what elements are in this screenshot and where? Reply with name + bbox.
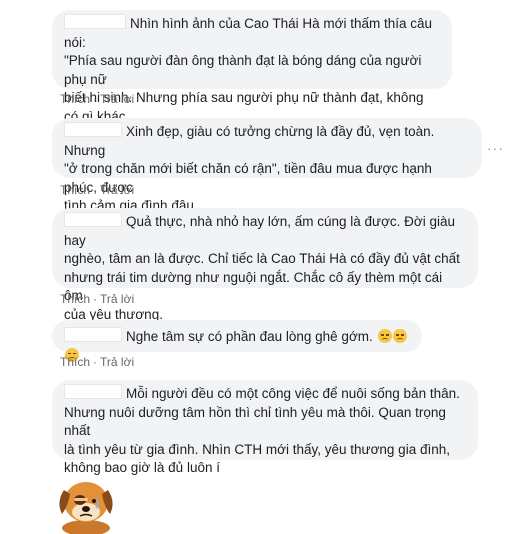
sad-face-icon (377, 329, 392, 343)
comment-text: Xinh đẹp, giàu có tưởng chừng là đầy đủ,… (64, 124, 435, 213)
comment-bubble: Mỗi người đều có một công việc để nuôi s… (52, 380, 478, 475)
commenter-name-redacted[interactable] (64, 14, 126, 29)
like-link[interactable]: Thích (60, 355, 90, 369)
like-link[interactable]: Thích (60, 183, 90, 197)
like-link[interactable]: Thích (60, 292, 90, 306)
commenter-name-redacted[interactable] (64, 327, 122, 342)
comment-actions: Thích · Trả lời (60, 355, 135, 369)
comment-actions: Thích · Trả lời (60, 292, 135, 306)
more-options-icon[interactable]: ··· (487, 140, 504, 156)
reply-link[interactable]: Trả lời (100, 355, 134, 369)
comment-text: Nghe tâm sự có phần đau lòng ghê gớm. (126, 329, 373, 344)
comment-text: Mỗi người đều có một công việc để nuôi s… (64, 386, 460, 475)
comment-bubble: Quả thực, nhà nhỏ hay lớn, ấm cúng là đư… (52, 208, 478, 322)
comment-bubble: Nhìn hình ảnh của Cao Thái Hà mới thấm t… (52, 10, 452, 142)
comment-bubble: Nghe tâm sự có phần đau lòng ghê gớm. (52, 320, 422, 362)
reply-link[interactable]: Trả lời (100, 92, 134, 106)
reply-link[interactable]: Trả lời (100, 183, 134, 197)
commenter-name-redacted[interactable] (64, 122, 122, 137)
like-link[interactable]: Thích (60, 92, 90, 106)
comment-actions: Thích · Trả lời (60, 183, 135, 197)
sad-face-icon (392, 329, 407, 343)
commenter-name-redacted[interactable] (64, 212, 122, 227)
reply-link[interactable]: Trả lời (100, 292, 134, 306)
comment-actions: Thích · Trả lời (60, 92, 135, 106)
commenter-name-redacted[interactable] (64, 384, 122, 399)
comment-bubble: Xinh đẹp, giàu có tưởng chừng là đầy đủ,… (52, 118, 482, 213)
sad-dog-sticker-icon (59, 482, 113, 534)
